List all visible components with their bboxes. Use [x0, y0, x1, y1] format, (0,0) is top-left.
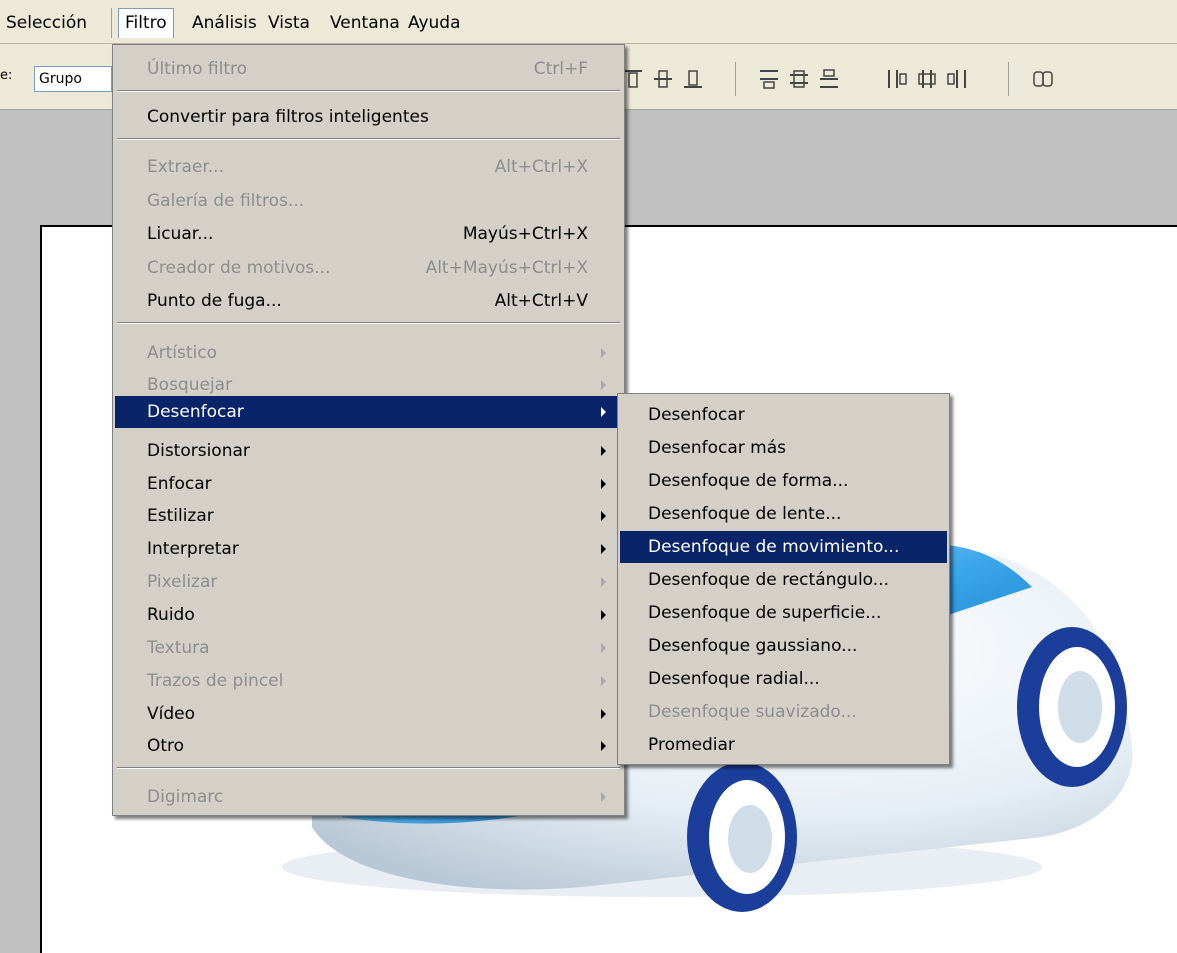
- submenu-artistico: Artístico: [115, 337, 622, 369]
- submenu-digimarc: Digimarc: [115, 781, 622, 813]
- menu-item-label: Bosquejar: [147, 375, 233, 395]
- submenu-distorsionar[interactable]: Distorsionar: [115, 435, 622, 467]
- submenu-otro[interactable]: Otro: [115, 730, 622, 762]
- filter-menu: Último filtro Ctrl+F Convertir para filt…: [112, 44, 625, 816]
- menu-item-label: Interpretar: [147, 539, 239, 559]
- toolbar-divider: [735, 62, 736, 96]
- submenu-arrow-icon: [601, 544, 606, 554]
- menu-item-desenfoque-radial[interactable]: Desenfoque radial...: [620, 663, 947, 695]
- menu-item-label: Enfocar: [147, 474, 212, 494]
- menu-item-label: Digimarc: [147, 787, 224, 807]
- align-vertical-centers-icon[interactable]: [650, 66, 676, 92]
- menu-item-label: Galería de filtros...: [147, 191, 305, 211]
- submenu-arrow-icon: [601, 380, 606, 390]
- menu-item-extract: Extraer... Alt+Ctrl+X: [115, 151, 622, 183]
- shortcut-label: Alt+Ctrl+V: [494, 291, 588, 311]
- menu-item-desenfoque-de-superficie[interactable]: Desenfoque de superficie...: [620, 597, 947, 629]
- submenu-arrow-icon: [601, 610, 606, 620]
- menu-item-label: Textura: [147, 638, 210, 658]
- distribute-horizontal-centers-icon[interactable]: [914, 66, 940, 92]
- menu-item-label: Creador de motivos...: [147, 258, 331, 278]
- menu-item-desenfocar[interactable]: Desenfocar: [620, 399, 947, 431]
- menu-item-filter-gallery: Galería de filtros...: [115, 185, 622, 217]
- menu-item-label: Último filtro: [147, 59, 248, 79]
- menu-item-label: Punto de fuga...: [147, 291, 282, 311]
- menu-separator: [117, 767, 620, 769]
- submenu-arrow-icon: [601, 479, 606, 489]
- distribute-top-edges-icon[interactable]: [756, 66, 782, 92]
- blur-submenu: Desenfocar Desenfocar más Desenfoque de …: [617, 393, 950, 765]
- shortcut-label: Ctrl+F: [533, 59, 588, 79]
- submenu-arrow-icon: [601, 792, 606, 802]
- submenu-textura: Textura: [115, 632, 622, 664]
- menu-item-pattern-maker: Creador de motivos... Alt+Mayús+Ctrl+X: [115, 252, 622, 284]
- menu-separator: [117, 322, 620, 324]
- menu-item-label: Convertir para filtros inteligentes: [147, 107, 429, 127]
- menu-item-label: Licuar...: [147, 224, 214, 244]
- menu-item-desenfoque-de-movimiento[interactable]: Desenfoque de movimiento...: [620, 531, 947, 563]
- menu-item-desenfoque-de-rectangulo[interactable]: Desenfoque de rectángulo...: [620, 564, 947, 596]
- menu-item-smart-filters[interactable]: Convertir para filtros inteligentes: [115, 101, 622, 133]
- shortcut-label: Mayús+Ctrl+X: [462, 224, 588, 244]
- menu-seleccion[interactable]: Selección: [0, 8, 93, 38]
- submenu-pixelizar: Pixelizar: [115, 566, 622, 598]
- shortcut-label: Alt+Mayús+Ctrl+X: [425, 258, 588, 278]
- menu-item-label: Desenfocar: [147, 402, 244, 422]
- menu-item-label: Otro: [147, 736, 185, 756]
- submenu-arrow-icon: [601, 709, 606, 719]
- menu-item-promediar[interactable]: Promediar: [620, 729, 947, 761]
- menu-ventana[interactable]: Ventana: [324, 8, 406, 38]
- submenu-arrow-icon: [601, 577, 606, 587]
- submenu-arrow-icon: [601, 741, 606, 751]
- menu-item-desenfoque-de-forma[interactable]: Desenfoque de forma...: [620, 465, 947, 497]
- menu-item-label: Vídeo: [147, 704, 196, 724]
- submenu-estilizar[interactable]: Estilizar: [115, 500, 622, 532]
- submenu-ruido[interactable]: Ruido: [115, 599, 622, 631]
- submenu-arrow-icon: [601, 446, 606, 456]
- menu-item-desenfoque-de-lente[interactable]: Desenfoque de lente...: [620, 498, 947, 530]
- submenu-arrow-icon: [601, 643, 606, 653]
- submenu-desenfocar[interactable]: Desenfocar: [115, 396, 622, 428]
- menu-separator: [117, 90, 620, 92]
- menu-item-desenfoque-suavizado: Desenfoque suavizado...: [648, 702, 857, 722]
- submenu-arrow-icon: [601, 676, 606, 686]
- menu-analisis[interactable]: Análisis: [186, 8, 263, 38]
- submenu-interpretar[interactable]: Interpretar: [115, 533, 622, 565]
- distribute-left-edges-icon[interactable]: [884, 66, 910, 92]
- submenu-video[interactable]: Vídeo: [115, 698, 622, 730]
- menu-item-liquify[interactable]: Licuar... Mayús+Ctrl+X: [115, 218, 622, 250]
- shortcut-label: Alt+Ctrl+X: [494, 157, 588, 177]
- menu-item-label: Ruido: [147, 605, 195, 625]
- menu-separator: [117, 138, 620, 140]
- auto-align-layers-icon[interactable]: [1030, 66, 1056, 92]
- distribute-vertical-centers-icon[interactable]: [786, 66, 812, 92]
- menu-item-vanishing-point[interactable]: Punto de fuga... Alt+Ctrl+V: [115, 285, 622, 317]
- menu-item-label: Trazos de pincel: [147, 671, 284, 691]
- menu-item-desenfocar-mas[interactable]: Desenfocar más: [620, 432, 947, 464]
- menu-filtro[interactable]: Filtro: [118, 8, 174, 38]
- menu-ayuda[interactable]: Ayuda: [402, 8, 467, 38]
- menu-item-label: Pixelizar: [147, 572, 218, 592]
- submenu-trazos-de-pincel: Trazos de pincel: [115, 665, 622, 697]
- menu-item-label: Estilizar: [147, 506, 214, 526]
- distribute-bottom-edges-icon[interactable]: [816, 66, 842, 92]
- distribute-right-edges-icon[interactable]: [944, 66, 970, 92]
- submenu-arrow-icon: [601, 348, 606, 358]
- auto-select-dropdown[interactable]: Grupo: [34, 66, 112, 92]
- toolbar-divider: [1008, 62, 1009, 96]
- menu-item-last-filter: Último filtro Ctrl+F: [115, 53, 622, 85]
- menu-bar: Selección Filtro Análisis Vista Ventana …: [0, 0, 1177, 44]
- menu-item-label: Extraer...: [147, 157, 224, 177]
- menu-bar-divider: [111, 8, 112, 38]
- menu-vista[interactable]: Vista: [262, 8, 316, 38]
- align-bottom-edges-icon[interactable]: [680, 66, 706, 92]
- auto-select-label: e:: [0, 68, 13, 83]
- submenu-enfocar[interactable]: Enfocar: [115, 468, 622, 500]
- submenu-arrow-icon: [601, 511, 606, 521]
- menu-item-label: Artístico: [147, 343, 218, 363]
- menu-item-label: Distorsionar: [147, 441, 250, 461]
- submenu-arrow-icon: [601, 407, 606, 417]
- menu-item-desenfoque-gaussiano[interactable]: Desenfoque gaussiano...: [620, 630, 947, 662]
